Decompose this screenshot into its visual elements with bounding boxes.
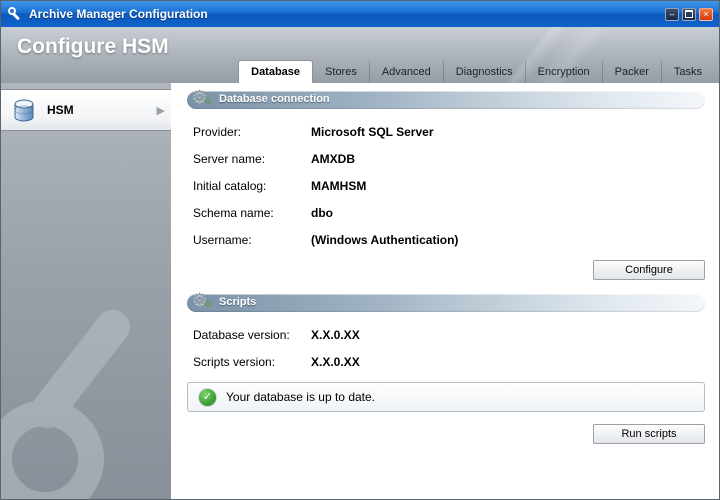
field-value: X.X.0.XX (311, 355, 360, 369)
status-text: Your database is up to date. (226, 390, 376, 404)
section-title: Scripts (219, 296, 257, 308)
sidebar-item-hsm[interactable]: HSM ▶ (1, 89, 171, 131)
header-band: Configure HSM Database Stores Advanced D… (1, 27, 719, 83)
close-icon: × (703, 8, 709, 19)
title-bar: Archive Manager Configuration – × (1, 1, 719, 27)
app-window: Archive Manager Configuration – × Config… (0, 0, 720, 500)
tab-encryption[interactable]: Encryption (526, 61, 603, 83)
database-icon (14, 99, 34, 122)
configure-button[interactable]: Configure (593, 260, 705, 280)
field-label: Schema name: (193, 206, 274, 220)
field-label: Initial catalog: (193, 179, 267, 193)
field-value: (Windows Authentication) (311, 233, 459, 247)
minimize-icon: – (669, 8, 675, 19)
tab-stores[interactable]: Stores (313, 61, 370, 83)
chevron-right-icon: ▶ (156, 104, 165, 117)
gear-small-icon: ⚙ (204, 96, 213, 106)
field-value: Microsoft SQL Server (311, 125, 434, 139)
wrench-watermark-icon (1, 309, 131, 499)
gear-small-icon: ⚙ (204, 299, 213, 309)
field-label: Username: (193, 233, 252, 247)
field-value: dbo (311, 206, 333, 220)
tab-tasks[interactable]: Tasks (662, 61, 714, 83)
page-title: Configure HSM (17, 35, 169, 58)
window-title: Archive Manager Configuration (29, 7, 208, 21)
tab-database[interactable]: Database (238, 60, 314, 83)
tab-advanced[interactable]: Advanced (370, 61, 444, 83)
field-row-username: Username: (Windows Authentication) (193, 233, 705, 247)
field-row-initial-catalog: Initial catalog: MAMHSM (193, 179, 705, 193)
field-value: AMXDB (311, 152, 355, 166)
field-row-scripts-version: Scripts version: X.X.0.XX (193, 355, 705, 369)
field-row-provider: Provider: Microsoft SQL Server (193, 125, 705, 139)
sidebar-item-label: HSM (47, 103, 74, 117)
maximize-icon (685, 10, 693, 18)
field-row-schema-name: Schema name: dbo (193, 206, 705, 220)
field-label: Server name: (193, 152, 266, 166)
field-value: MAMHSM (311, 179, 367, 193)
tab-bar: Database Stores Advanced Diagnostics Enc… (238, 60, 714, 83)
section-header-database-connection: ⚙ ⚙ Database connection (187, 88, 705, 109)
minimize-button[interactable]: – (665, 7, 679, 21)
section-title: Database connection (219, 93, 330, 105)
field-label: Scripts version: (193, 355, 276, 369)
field-label: Database version: (193, 328, 290, 342)
field-row-database-version: Database version: X.X.0.XX (193, 328, 705, 342)
tab-diagnostics[interactable]: Diagnostics (444, 61, 526, 83)
status-box: ✓ Your database is up to date. (187, 382, 705, 412)
field-label: Provider: (193, 125, 242, 139)
field-row-server-name: Server name: AMXDB (193, 152, 705, 166)
tab-packer[interactable]: Packer (603, 61, 662, 83)
window-controls: – × (665, 7, 713, 21)
wrench-icon (8, 7, 20, 20)
sidebar: HSM ▶ (1, 83, 171, 499)
close-button[interactable]: × (699, 7, 713, 21)
check-icon: ✓ (198, 387, 217, 407)
main-content: ⚙ ⚙ Database connection Provider: Micros… (171, 83, 719, 499)
maximize-button[interactable] (682, 7, 696, 21)
run-scripts-button-row: Run scripts (187, 424, 705, 444)
run-scripts-button[interactable]: Run scripts (593, 424, 705, 444)
section-header-scripts: ⚙ ⚙ Scripts (187, 291, 705, 312)
field-value: X.X.0.XX (311, 328, 360, 342)
configure-button-row: Configure (187, 260, 705, 280)
